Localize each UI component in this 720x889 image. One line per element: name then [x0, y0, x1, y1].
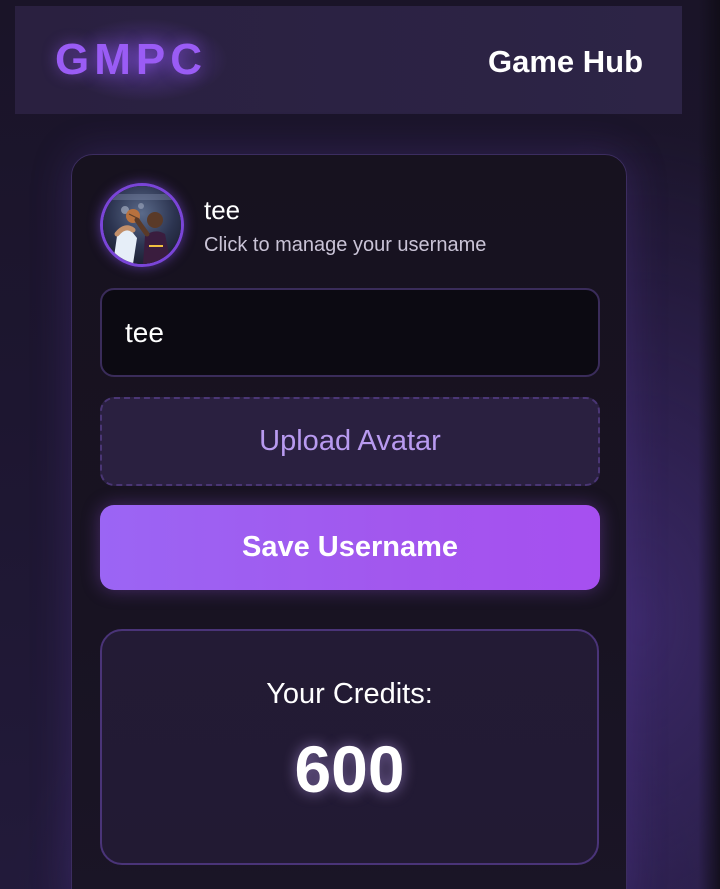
save-username-button[interactable]: Save Username	[100, 505, 600, 590]
username-hint[interactable]: Click to manage your username	[204, 233, 486, 257]
page-edge-shadow	[698, 0, 720, 889]
game-hub-link[interactable]: Game Hub	[488, 44, 643, 80]
save-username-label: Save Username	[241, 531, 459, 563]
upload-avatar-button[interactable]: Upload Avatar	[100, 397, 600, 486]
app-header: GMPC Game Hub	[15, 6, 682, 114]
username-input[interactable]	[100, 288, 600, 377]
app-logo[interactable]: GMPC	[55, 36, 207, 84]
credits-value: 600	[294, 732, 405, 806]
avatar[interactable]	[100, 183, 184, 267]
user-avatar-photo-icon	[103, 186, 181, 264]
profile-card: tee Click to manage your username Upload…	[71, 154, 627, 889]
credits-panel: Your Credits: 600	[100, 629, 599, 865]
credits-label: Your Credits:	[266, 678, 433, 710]
profile-username: tee	[204, 195, 241, 225]
upload-avatar-label: Upload Avatar	[259, 425, 441, 457]
